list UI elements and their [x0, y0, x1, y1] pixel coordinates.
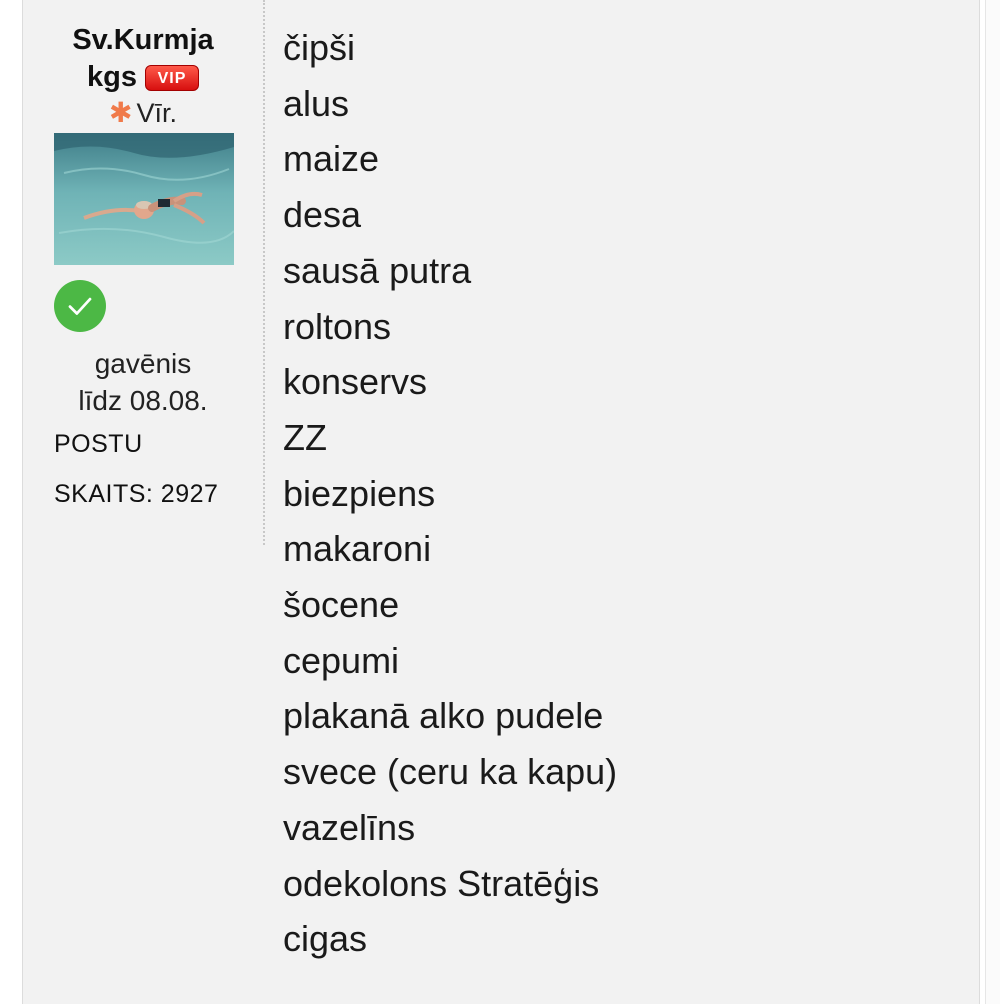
username[interactable]: Sv.Kurmja kgs VIP	[23, 22, 263, 96]
list-item: roltons	[283, 305, 392, 347]
list-item: alus	[283, 82, 350, 124]
post-item-list: čipši alus maize desa sausā putra roltons kons…	[283, 20, 963, 967]
list-item: ZZ	[283, 416, 327, 458]
post-count-label: POSTU	[54, 430, 143, 458]
gender-label: Vīr.	[136, 98, 177, 128]
list-item: šocene	[283, 584, 400, 626]
post-count: SKAITS: 2927	[54, 480, 219, 508]
list-item: makaroni	[283, 528, 432, 570]
list-item: odekolons Stratēģis	[283, 862, 600, 904]
list-item: biezpiens	[283, 472, 436, 514]
user-gender: ✱ Vīr.	[23, 96, 263, 130]
list-item: desa	[283, 194, 362, 236]
list-item: maize	[283, 138, 380, 180]
forum-post: Sv.Kurmja kgs VIP ✱ Vīr. gavēnis līdz 08…	[22, 0, 980, 1004]
page: Sv.Kurmja kgs VIP ✱ Vīr. gavēnis līdz 08…	[0, 0, 1000, 1004]
list-item: plakanā alko pudele	[283, 695, 604, 737]
list-item: konservs	[283, 361, 428, 403]
user-status: gavēnis līdz 08.08.	[23, 345, 263, 419]
list-item: sausā putra	[283, 249, 472, 291]
post-content: čipši alus maize desa sausā putra roltons kons…	[283, 20, 963, 967]
list-item: čipši	[283, 27, 356, 68]
list-item: cigas	[283, 918, 368, 960]
vip-badge: VIP	[144, 65, 199, 91]
status-line1: gavēnis	[94, 348, 192, 379]
checkmark-icon	[68, 297, 92, 315]
verified-badge	[54, 280, 106, 332]
username-line2[interactable]: kgs VIP	[23, 59, 263, 96]
list-item: cepumi	[283, 639, 400, 681]
avatar[interactable]	[54, 133, 234, 265]
username-line2-text[interactable]: kgs	[87, 61, 137, 93]
list-item: vazelīns	[283, 806, 416, 848]
post-author-panel: Sv.Kurmja kgs VIP ✱ Vīr. gavēnis līdz 08…	[23, 0, 265, 545]
page-edge	[985, 0, 1000, 1004]
list-item: svece (ceru ka kapu)	[283, 751, 618, 793]
asterisk-icon: ✱	[109, 97, 133, 128]
status-line2: līdz 08.08.	[78, 385, 208, 416]
username-line1[interactable]: Sv.Kurmja	[23, 22, 263, 59]
avatar-image	[54, 133, 234, 265]
